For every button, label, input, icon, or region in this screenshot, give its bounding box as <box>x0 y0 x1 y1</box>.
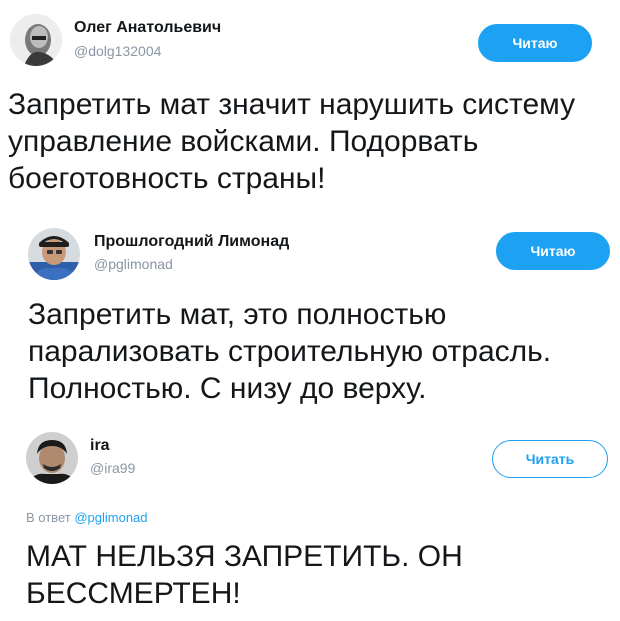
author-name[interactable]: ira <box>90 437 110 455</box>
reply-context: В ответ @pglimonad <box>26 510 148 525</box>
follow-button[interactable]: Читать <box>492 440 608 478</box>
tweet-text: МАТ НЕЛЬЗЯ ЗАПРЕТИТЬ. ОН БЕССМЕРТЕН! <box>26 540 463 610</box>
author-handle[interactable]: @ira99 <box>90 460 135 476</box>
tweet-3: ira @ira99 Читать В ответ @pglimonad МАТ… <box>0 0 620 621</box>
avatar[interactable] <box>26 432 78 484</box>
reply-prefix: В ответ <box>26 510 71 525</box>
reply-to-link[interactable]: @pglimonad <box>74 510 147 525</box>
